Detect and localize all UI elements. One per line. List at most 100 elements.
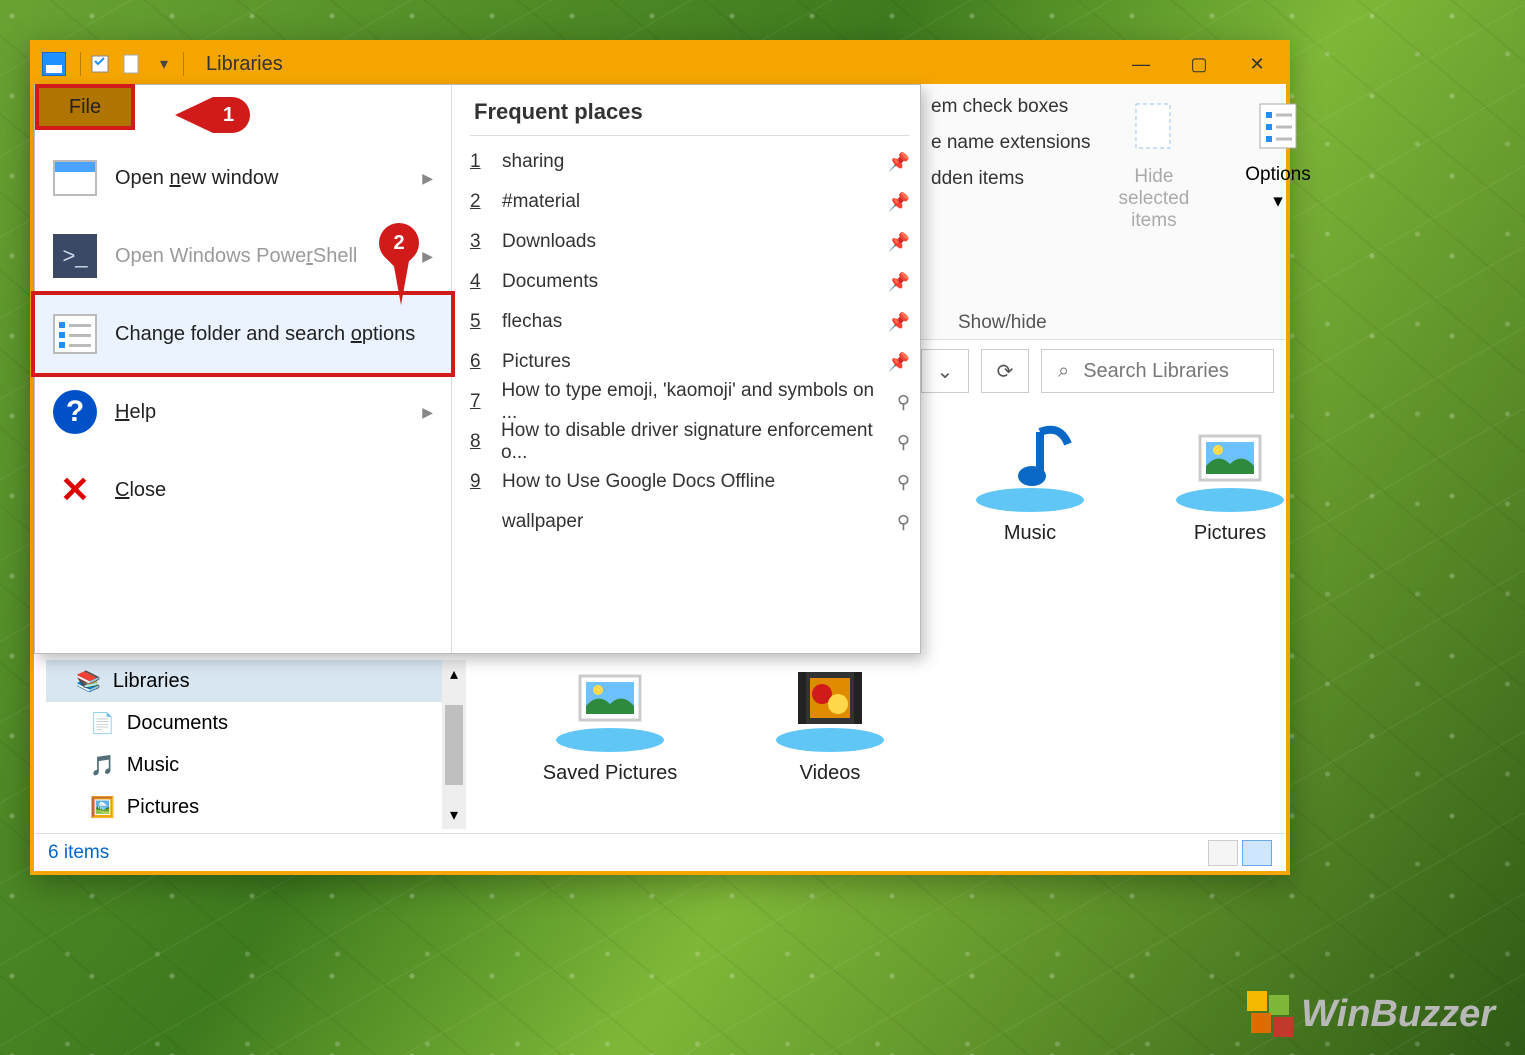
view-switcher <box>1208 840 1272 866</box>
window-title: Libraries <box>206 53 283 76</box>
pin-icon[interactable]: 📌 <box>888 152 910 173</box>
nav-documents[interactable]: 📄Documents <box>46 702 442 744</box>
explorer-window: ▾ Libraries — ▢ ✕ ⌃ ? em check boxes e n… <box>30 40 1290 875</box>
search-icon: ⌕ <box>1058 360 1069 383</box>
file-menu: File 1 2 Open new window ▶ >_ Open Windo… <box>34 84 921 654</box>
separator <box>183 52 184 76</box>
frequent-place-item[interactable]: 7How to type emoji, 'kaomoji' and symbol… <box>470 382 910 422</box>
options-icon <box>1246 96 1310 160</box>
library-item-videos[interactable]: Videos <box>740 654 920 785</box>
new-window-icon <box>53 160 97 196</box>
pictures-icon: 🖼️ <box>90 795 115 820</box>
saved-pictures-library-icon <box>550 654 670 754</box>
pin-icon[interactable]: 📌 <box>888 232 910 253</box>
navigation-pane: 📚 Libraries 📄Documents 🎵Music 🖼️Pictures… <box>46 660 466 829</box>
ribbon-showhide-group: em check boxes e name extensions dden it… <box>921 84 1286 340</box>
frequent-place-item[interactable]: 9How to Use Google Docs Offline⚲ <box>470 462 910 502</box>
file-change-folder-options[interactable]: Change folder and search options <box>35 295 451 373</box>
nav-music[interactable]: 🎵Music <box>46 744 442 786</box>
powershell-icon: >_ <box>53 234 97 278</box>
close-button[interactable]: ✕ <box>1228 44 1286 84</box>
frequent-place-item[interactable]: 5flechas📌 <box>470 302 910 342</box>
file-close[interactable]: ✕ Close <box>35 451 451 529</box>
separator <box>80 52 81 76</box>
file-menu-commands: Open new window ▶ >_ Open Windows PowerS… <box>35 85 451 653</box>
pin-icon[interactable]: 📌 <box>888 312 910 333</box>
options-icon <box>53 314 97 354</box>
close-icon: ✕ <box>60 469 90 511</box>
showhide-checkbox-list: em check boxes e name extensions dden it… <box>931 96 1091 339</box>
library-item-saved-pictures[interactable]: Saved Pictures <box>520 654 700 785</box>
file-open-new-window[interactable]: Open new window ▶ <box>35 139 451 217</box>
frequent-place-item[interactable]: 2#material📌 <box>470 182 910 222</box>
file-help[interactable]: ? Help ▶ <box>35 373 451 451</box>
pin-icon[interactable]: 📌 <box>888 272 910 293</box>
address-history-button[interactable]: ⌄ <box>921 349 969 393</box>
file-menu-frequent: Frequent places 1sharing📌2#material📌3Dow… <box>451 85 920 653</box>
refresh-button[interactable]: ⟳ <box>981 349 1029 393</box>
hide-selected-icon <box>1122 96 1186 160</box>
chevron-down-icon: ▾ <box>1273 190 1283 213</box>
pictures-library-icon <box>1170 414 1290 514</box>
address-search-row: ⌄ ⟳ ⌕ Search Libraries <box>921 344 1274 398</box>
help-icon: ? <box>53 390 97 434</box>
watermark-logo-icon <box>1247 991 1293 1037</box>
pin-outline-icon[interactable]: ⚲ <box>897 472 910 493</box>
frequent-places-heading: Frequent places <box>470 99 910 136</box>
checkbox-item-check-boxes[interactable]: em check boxes <box>931 96 1091 118</box>
music-library-icon <box>970 414 1090 514</box>
search-placeholder: Search Libraries <box>1083 360 1229 383</box>
nav-scrollbar[interactable]: ▴ ▾ <box>442 660 466 829</box>
nav-libraries[interactable]: 📚 Libraries <box>46 660 442 702</box>
titlebar: ▾ Libraries — ▢ ✕ <box>34 44 1286 84</box>
frequent-place-item[interactable]: 8How to disable driver signature enforce… <box>470 422 910 462</box>
qat-dropdown-icon[interactable]: ▾ <box>153 53 175 75</box>
options-button[interactable]: Options ▾ <box>1245 96 1310 339</box>
watermark: WinBuzzer <box>1247 991 1495 1037</box>
frequent-place-item[interactable]: 1sharing📌 <box>470 142 910 182</box>
status-bar: 6 items <box>34 833 1286 871</box>
frequent-place-item[interactable]: 6Pictures📌 <box>470 342 910 382</box>
maximize-button[interactable]: ▢ <box>1170 44 1228 84</box>
checkbox-hidden-items[interactable]: dden items <box>931 168 1091 190</box>
pin-icon[interactable]: 📌 <box>888 192 910 213</box>
chevron-right-icon: ▶ <box>422 248 433 265</box>
scroll-up-icon[interactable]: ▴ <box>450 664 458 684</box>
frequent-place-item[interactable]: 4Documents📌 <box>470 262 910 302</box>
search-input[interactable]: ⌕ Search Libraries <box>1041 349 1274 393</box>
window-controls: — ▢ ✕ <box>1112 44 1286 84</box>
pin-icon[interactable]: 📌 <box>888 352 910 373</box>
thumbnails-view-button[interactable] <box>1242 840 1272 866</box>
status-item-count: 6 items <box>48 842 109 864</box>
properties-icon[interactable] <box>89 53 111 75</box>
library-item-music[interactable]: Music <box>940 414 1120 545</box>
minimize-button[interactable]: — <box>1112 44 1170 84</box>
pin-outline-icon[interactable]: ⚲ <box>897 392 910 413</box>
quick-access-toolbar: ▾ <box>89 53 175 75</box>
libraries-icon: 📚 <box>76 669 101 694</box>
library-item-pictures[interactable]: Pictures <box>1140 414 1320 545</box>
videos-library-icon <box>770 654 890 754</box>
pin-outline-icon[interactable]: ⚲ <box>897 512 910 533</box>
options-label: Options <box>1245 164 1310 186</box>
annotation-callout-1: 1 <box>175 97 250 133</box>
music-icon: 🎵 <box>90 753 115 778</box>
frequent-place-item[interactable]: 3Downloads📌 <box>470 222 910 262</box>
explorer-app-icon <box>42 52 66 76</box>
file-tab[interactable]: File <box>35 84 135 130</box>
ribbon-group-label: Show/hide <box>958 312 1047 334</box>
frequent-place-item[interactable]: wallpaper⚲ <box>470 502 910 542</box>
documents-icon: 📄 <box>90 711 115 736</box>
hide-selected-button[interactable]: Hide selected items <box>1119 96 1190 339</box>
annotation-callout-2: 2 <box>379 223 419 263</box>
nav-pictures[interactable]: 🖼️Pictures <box>46 786 442 828</box>
chevron-right-icon: ▶ <box>422 404 433 421</box>
new-folder-icon[interactable] <box>121 53 143 75</box>
scrollbar-thumb[interactable] <box>445 705 463 785</box>
pin-outline-icon[interactable]: ⚲ <box>897 432 910 453</box>
details-view-button[interactable] <box>1208 840 1238 866</box>
hide-selected-label: Hide selected items <box>1119 166 1190 232</box>
chevron-right-icon: ▶ <box>422 170 433 187</box>
scroll-down-icon[interactable]: ▾ <box>450 805 458 825</box>
checkbox-file-extensions[interactable]: e name extensions <box>931 132 1091 154</box>
